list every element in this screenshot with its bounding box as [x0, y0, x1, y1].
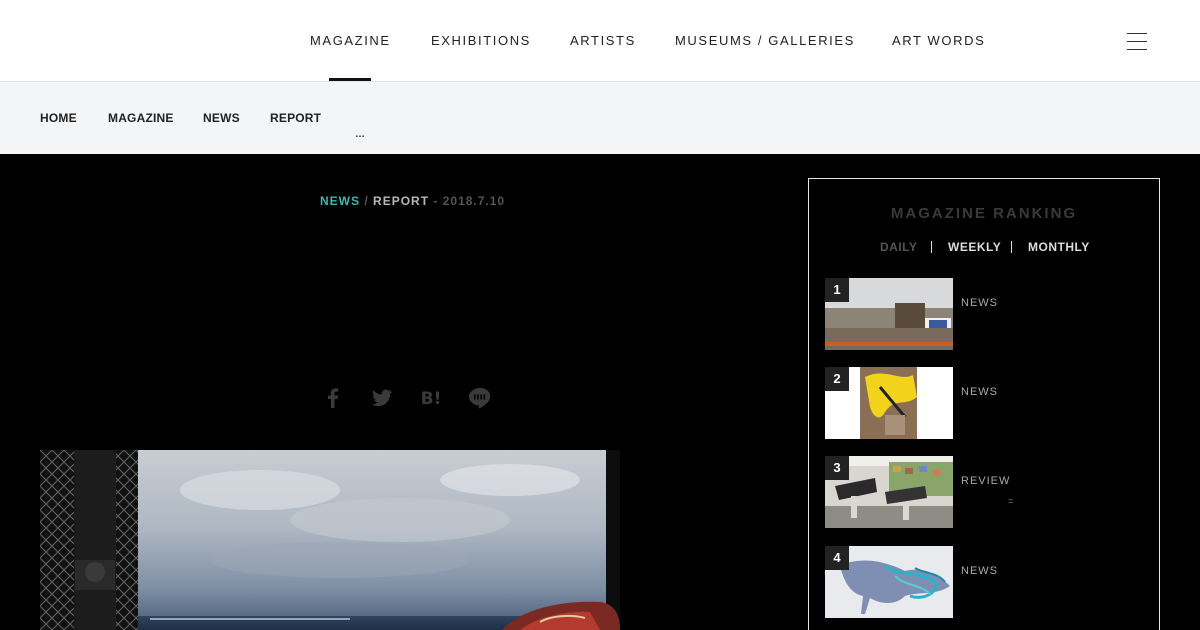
article-date: - 2018.7.10: [433, 194, 506, 208]
nav-art-words[interactable]: ART WORDS: [892, 33, 985, 48]
hatena-bookmark-icon[interactable]: B!: [418, 385, 444, 411]
ranking-title: MAGAZINE RANKING: [890, 205, 1078, 222]
ranking-item-mark: =: [1008, 496, 1014, 506]
breadcrumb-news[interactable]: NEWS: [203, 111, 240, 125]
breadcrumb: HOME MAGAZINE NEWS REPORT …: [0, 82, 1200, 154]
ranking-category[interactable]: NEWS: [961, 297, 998, 309]
ranking-category[interactable]: NEWS: [961, 386, 998, 398]
hamburger-menu-icon[interactable]: [1127, 32, 1147, 50]
breadcrumb-current-ellipsis: …: [355, 129, 365, 140]
ranking-item[interactable]: 2 NEWS: [825, 367, 1145, 439]
ranking-item[interactable]: 3 REVIEW: [825, 456, 1145, 528]
tab-daily[interactable]: DAILY: [880, 240, 917, 254]
nav-magazine[interactable]: MAGAZINE: [310, 33, 391, 48]
article-subcategory[interactable]: REPORT: [373, 194, 429, 208]
twitter-icon[interactable]: [369, 385, 395, 411]
ranking-category[interactable]: NEWS: [961, 565, 998, 577]
line-icon[interactable]: [467, 385, 493, 411]
meta-separator: /: [364, 194, 369, 208]
ranking-thumbnail[interactable]: 3: [825, 456, 953, 528]
tab-weekly[interactable]: WEEKLY: [948, 240, 1001, 254]
ranking-item[interactable]: 1 NEWS: [825, 278, 1145, 350]
breadcrumb-magazine[interactable]: MAGAZINE: [108, 111, 174, 125]
active-nav-indicator: [329, 78, 371, 81]
ranking-thumbnail[interactable]: 2: [825, 367, 953, 439]
ranking-tabs: DAILY WEEKLY MONTHLY: [809, 240, 1159, 256]
article-meta: NEWS / REPORT - 2018.7.10: [320, 194, 505, 208]
rank-number: 2: [825, 367, 849, 391]
ranking-category[interactable]: REVIEW: [961, 475, 1010, 487]
rank-number: 1: [825, 278, 849, 302]
ranking-item[interactable]: 4 NEWS: [825, 546, 1145, 618]
breadcrumb-home[interactable]: HOME: [40, 111, 77, 125]
tab-monthly[interactable]: MONTHLY: [1028, 240, 1090, 254]
nav-exhibitions[interactable]: EXHIBITIONS: [431, 33, 531, 48]
breadcrumb-report[interactable]: REPORT: [270, 111, 321, 125]
main-nav: MAGAZINE EXHIBITIONS ARTISTS MUSEUMS / G…: [0, 0, 1200, 82]
rank-number: 3: [825, 456, 849, 480]
ranking-thumbnail[interactable]: 4: [825, 546, 953, 618]
magazine-ranking-panel: MAGAZINE RANKING DAILY WEEKLY MONTHLY 1 …: [808, 178, 1160, 630]
article-hero-image: [40, 450, 620, 630]
facebook-icon[interactable]: [320, 385, 346, 411]
site-header: MAGAZINE EXHIBITIONS ARTISTS MUSEUMS / G…: [0, 0, 1200, 82]
ranking-thumbnail[interactable]: 1: [825, 278, 953, 350]
nav-museums-galleries[interactable]: MUSEUMS / GALLERIES: [675, 33, 855, 48]
hatena-glyph: B!: [421, 389, 442, 409]
rank-number: 4: [825, 546, 849, 570]
nav-artists[interactable]: ARTISTS: [570, 33, 636, 48]
article-category[interactable]: NEWS: [320, 194, 360, 208]
